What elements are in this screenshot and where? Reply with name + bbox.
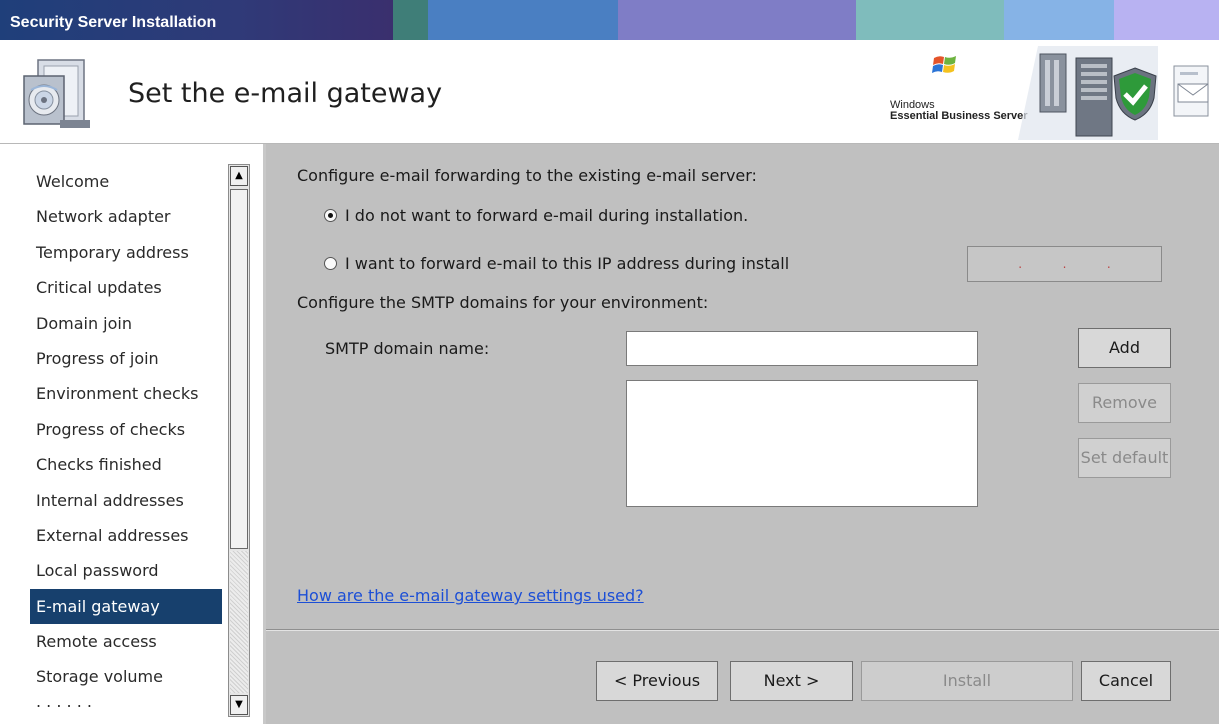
scrollbar-track[interactable] <box>230 551 248 693</box>
logo-line-2: Essential Business Server <box>890 110 1028 122</box>
title-segment <box>1114 0 1219 40</box>
add-button[interactable]: Add <box>1078 328 1171 368</box>
radio-no-forward-option[interactable]: I do not want to forward e-mail during i… <box>324 206 748 225</box>
ip-dot: . <box>1062 257 1067 271</box>
windows-logo-icon <box>932 56 956 73</box>
smtp-domains-list[interactable] <box>626 380 978 507</box>
product-banner: Windows Essential Business Server <box>890 44 1219 140</box>
step-critical-updates[interactable]: Critical updates <box>30 270 222 305</box>
step-email-gateway[interactable]: E-mail gateway <box>30 588 222 625</box>
cancel-button[interactable]: Cancel <box>1081 661 1171 701</box>
title-segment <box>618 0 856 40</box>
scroll-up-arrow-icon[interactable]: ▲ <box>230 166 248 186</box>
step-external-addresses[interactable]: External addresses <box>30 518 222 553</box>
radio-no-forward[interactable] <box>324 209 337 222</box>
page-title: Set the e-mail gateway <box>128 78 443 109</box>
step-temporary-address[interactable]: Temporary address <box>30 235 222 270</box>
step-checks-finished[interactable]: Checks finished <box>30 447 222 482</box>
radio-forward-label: I want to forward e-mail to this IP addr… <box>345 254 790 273</box>
wizard-header: Set the e-mail gateway Windows Essential… <box>0 40 1219 145</box>
next-button[interactable]: Next > <box>730 661 853 701</box>
ip-dot: . <box>1106 257 1111 271</box>
previous-button[interactable]: < Previous <box>596 661 718 701</box>
title-segment <box>428 0 618 40</box>
step-internal-addresses[interactable]: Internal addresses <box>30 483 222 518</box>
smtp-domain-input[interactable] <box>626 331 978 366</box>
step-progress-of-checks[interactable]: Progress of checks <box>30 412 222 447</box>
install-button[interactable]: Install <box>861 661 1073 701</box>
set-default-button[interactable]: Set default <box>1078 438 1171 478</box>
title-segment <box>393 0 428 40</box>
ip-dot: . <box>1018 257 1023 271</box>
radio-forward[interactable] <box>324 257 337 270</box>
remove-button[interactable]: Remove <box>1078 383 1171 423</box>
step-local-password[interactable]: Local password <box>30 553 222 588</box>
mail-envelope-icon <box>1173 65 1209 117</box>
wizard-content: Configure e-mail forwarding to the exist… <box>266 144 1219 724</box>
window-title: Security Server Installation <box>10 14 217 31</box>
smtp-heading: Configure the SMTP domains for your envi… <box>297 293 709 312</box>
step-network-adapter[interactable]: Network adapter <box>30 199 222 234</box>
step-remote-access[interactable]: Remote access <box>30 624 222 659</box>
scrollbar-thumb[interactable] <box>230 189 248 549</box>
product-logo-text: Windows Essential Business Server <box>890 100 1028 122</box>
step-welcome[interactable]: Welcome <box>30 164 222 199</box>
forward-ip-address-field[interactable]: . . . <box>967 246 1162 282</box>
footer-divider <box>266 629 1219 631</box>
step-progress-of-join[interactable]: Progress of join <box>30 341 222 376</box>
wizard-steps-list: Welcome Network adapter Temporary addres… <box>30 164 222 717</box>
step-truncated[interactable]: . . . . . . <box>30 695 222 717</box>
forwarding-heading: Configure e-mail forwarding to the exist… <box>297 166 757 185</box>
title-segment <box>1004 0 1114 40</box>
install-package-icon <box>23 59 90 128</box>
wizard-steps-panel: Welcome Network adapter Temporary addres… <box>0 144 266 724</box>
step-domain-join[interactable]: Domain join <box>30 306 222 341</box>
help-link[interactable]: How are the e-mail gateway settings used… <box>297 586 644 605</box>
title-segment <box>856 0 1004 40</box>
smtp-domain-label: SMTP domain name: <box>325 339 490 358</box>
shield-check-icon <box>1113 67 1157 121</box>
scroll-down-arrow-icon[interactable]: ▼ <box>230 695 248 715</box>
step-storage-volume[interactable]: Storage volume <box>30 659 222 694</box>
steps-scrollbar[interactable]: ▲ ▼ <box>228 164 250 717</box>
radio-forward-option[interactable]: I want to forward e-mail to this IP addr… <box>324 254 789 273</box>
radio-no-forward-label: I do not want to forward e-mail during i… <box>345 206 749 225</box>
step-environment-checks[interactable]: Environment checks <box>30 376 222 411</box>
